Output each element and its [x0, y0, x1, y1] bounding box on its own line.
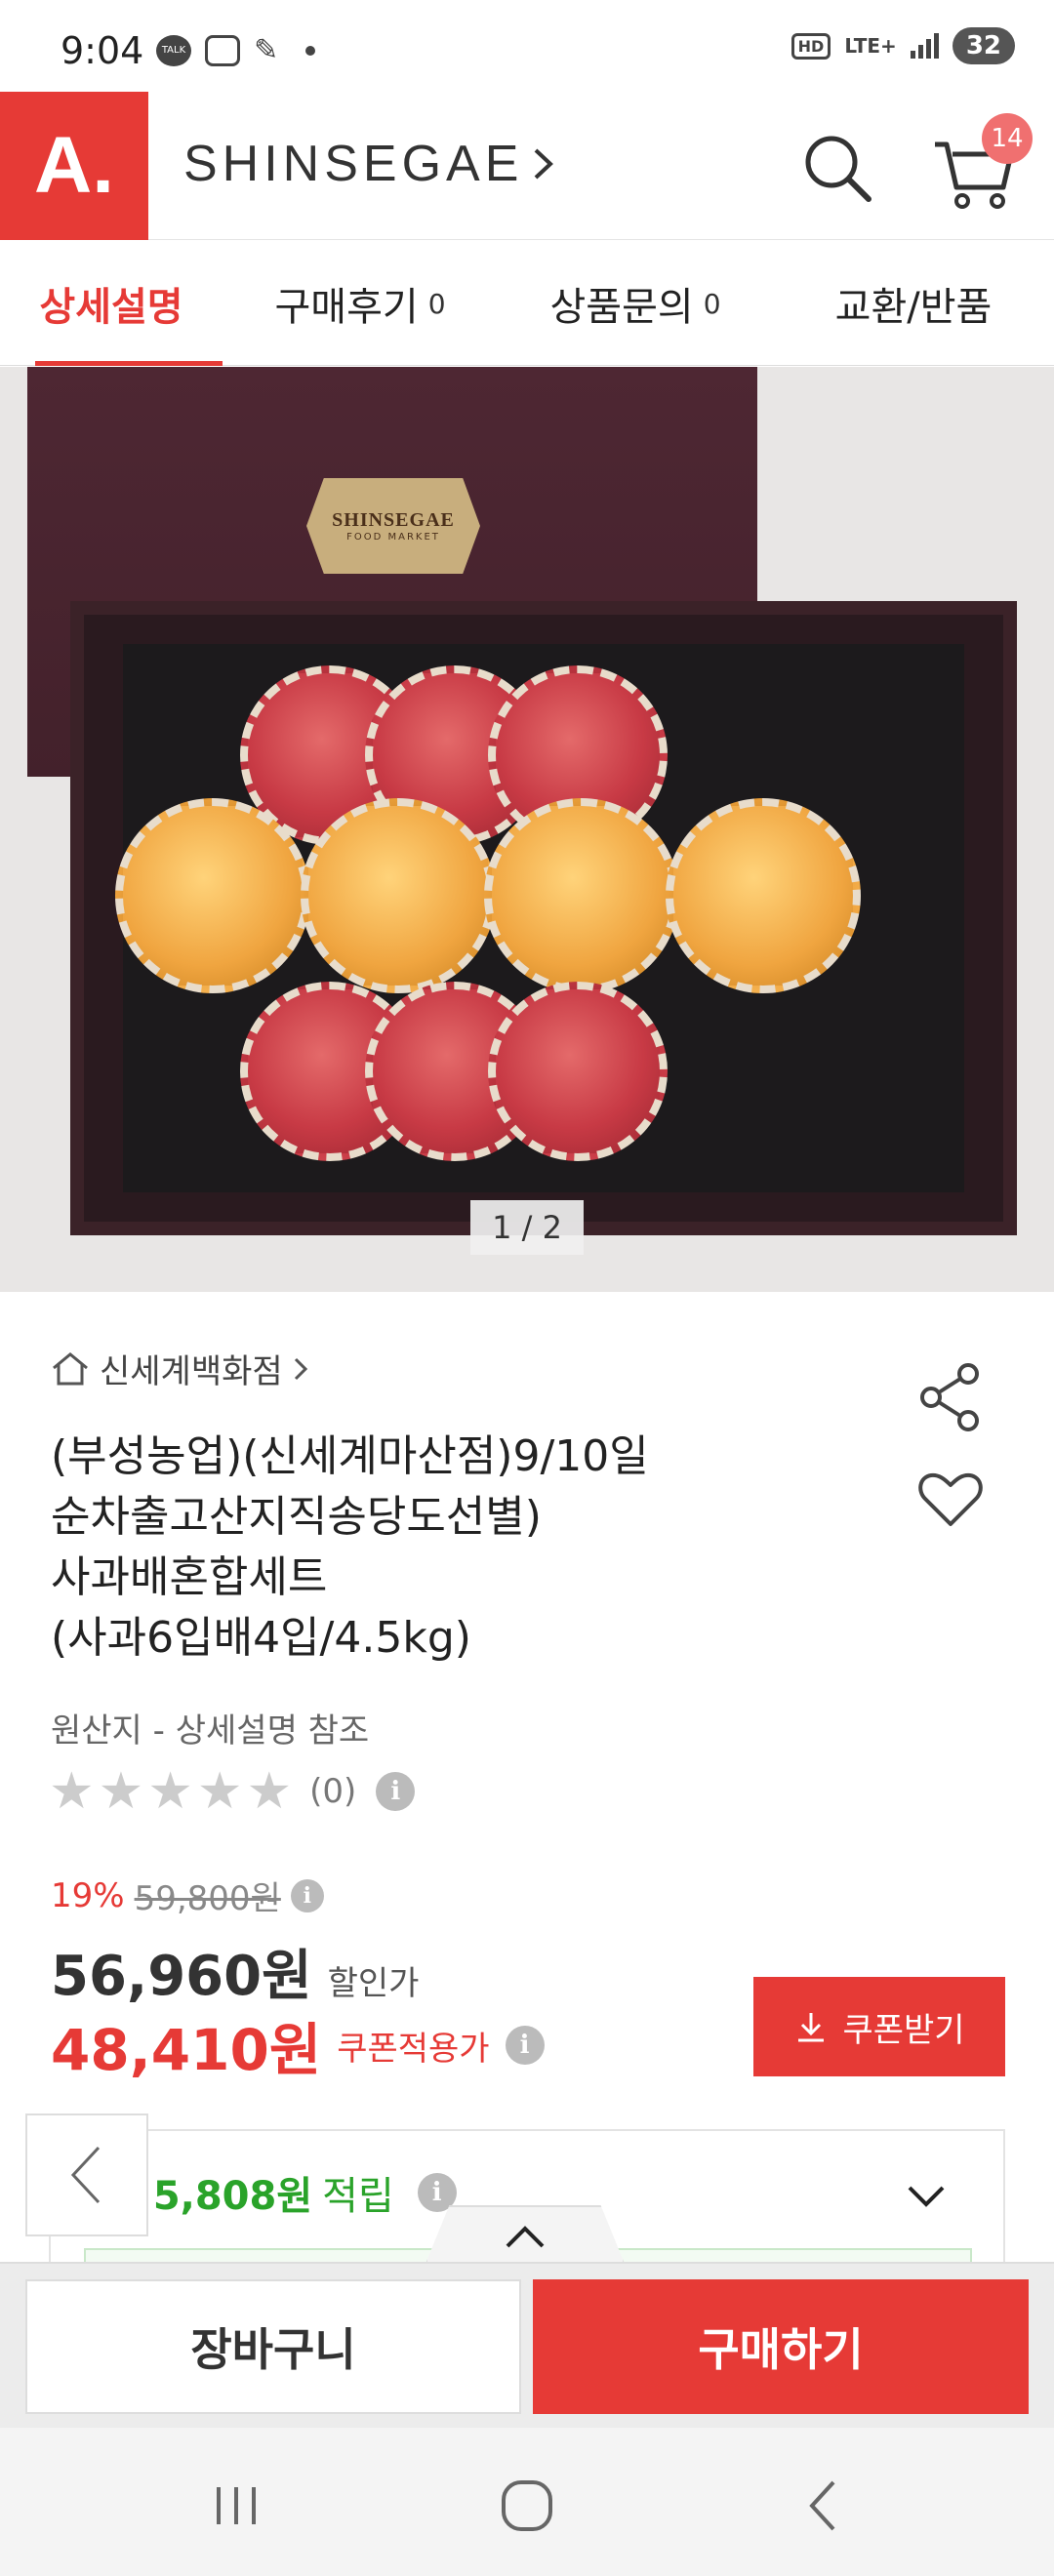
- discount-row: 19% 59,800원 i: [51, 1872, 324, 1919]
- home-logo[interactable]: A.: [0, 92, 148, 240]
- tray-inner: [115, 644, 964, 1192]
- tab-label: 상세설명: [39, 285, 183, 330]
- chevron-up-icon: [506, 2226, 545, 2248]
- tab-label: 상품문의: [549, 285, 694, 330]
- sale-price-row: 56,960원 할인가: [51, 1932, 419, 2011]
- lid-brand-text: SHINSEGAE: [332, 509, 455, 531]
- search-icon: [805, 136, 872, 202]
- heart-icon: [918, 1472, 983, 1526]
- fruit-tray: [70, 601, 1017, 1235]
- floating-back-button[interactable]: [25, 2113, 148, 2236]
- store-name: 신세계백화점: [100, 1352, 283, 1391]
- search-button[interactable]: [798, 129, 876, 207]
- info-icon[interactable]: i: [505, 2026, 545, 2065]
- cart-count-badge: 14: [982, 113, 1033, 164]
- tab-detail[interactable]: 상세설명: [0, 241, 223, 366]
- share-icon: [920, 1363, 979, 1431]
- points-expand-toggle[interactable]: [902, 2172, 951, 2221]
- info-icon[interactable]: i: [376, 1772, 416, 1811]
- image-pager: 1 / 2: [470, 1200, 584, 1255]
- origin-text: 원산지 - 상세설명 참조: [51, 1711, 370, 1751]
- buy-now-button[interactable]: 구매하기: [533, 2279, 1029, 2414]
- star-icon: ★: [49, 1762, 95, 1821]
- chevron-right-icon: [294, 1357, 307, 1380]
- pear: [115, 798, 310, 993]
- chevron-right-icon: [535, 148, 554, 180]
- share-button[interactable]: [913, 1360, 988, 1434]
- tab-count: 0: [703, 287, 721, 320]
- recent-apps-icon: [217, 2487, 256, 2524]
- points-suffix: 적립: [322, 2174, 394, 2219]
- coupon-price-row: 48,410원 쿠폰적용가 i: [51, 2004, 545, 2086]
- back-nav-button[interactable]: [785, 2467, 863, 2545]
- pear: [484, 798, 679, 993]
- sale-price-label: 할인가: [327, 1964, 420, 2003]
- status-notification-icons: TALK ✎: [156, 33, 316, 67]
- coupon-price-label: 쿠폰적용가: [337, 2029, 490, 2069]
- lid-sub-text: FOOD MARKET: [346, 532, 440, 543]
- coupon-button-label: 쿠폰받기: [842, 2010, 965, 2050]
- chevron-down-icon: [908, 2186, 945, 2207]
- tab-qna[interactable]: 상품문의 0: [498, 241, 773, 366]
- title-line: 사과배혼합세트: [51, 1552, 328, 1602]
- logo-text: A.: [34, 121, 114, 210]
- title-line: 순차출고산지직송당도선별): [51, 1492, 542, 1542]
- purchase-action-bar: 장바구니 구매하기: [0, 2262, 1054, 2428]
- title-line: (사과6입배4입/4.5kg): [51, 1613, 471, 1663]
- tab-reviews[interactable]: 구매후기 0: [223, 241, 498, 366]
- tab-exchange-return[interactable]: 교환/반품: [773, 241, 1054, 366]
- info-icon[interactable]: i: [290, 1878, 324, 1912]
- hd-icon: HD: [790, 32, 831, 60]
- rating-row[interactable]: ★ ★ ★ ★ ★ (0) i: [49, 1762, 416, 1821]
- star-icon: ★: [98, 1762, 144, 1821]
- product-title: (부성농업)(신세계마산점)9/10일 순차출고산지직송당도선별) 사과배혼합세…: [51, 1427, 792, 1669]
- discount-rate: 19%: [51, 1875, 125, 1915]
- lte-icon: LTE+: [844, 34, 897, 58]
- product-image-carousel[interactable]: SHINSEGAE FOOD MARKET 1 / 2: [0, 367, 1054, 1292]
- status-bar: 9:04 TALK ✎ HD LTE+ 32: [0, 0, 1054, 92]
- battery-icon: 32: [952, 27, 1015, 64]
- tab-label: 구매후기: [274, 285, 419, 330]
- app-header: A. SHINSEGAE 14: [0, 92, 1054, 240]
- tab-count: 0: [427, 287, 446, 320]
- dot-icon: [305, 45, 316, 56]
- original-price: 59,800원: [134, 1879, 281, 1918]
- lid-brand-label: SHINSEGAE FOOD MARKET: [306, 478, 480, 574]
- scan-icon: [205, 34, 240, 66]
- feather-icon: ✎: [254, 33, 279, 67]
- review-count: (0): [309, 1772, 357, 1811]
- points-amount: 5,808원: [152, 2174, 313, 2219]
- pear: [301, 798, 496, 993]
- star-icon: ★: [246, 1762, 293, 1821]
- home-nav-button[interactable]: [488, 2467, 566, 2545]
- product-tabs: 상세설명 구매후기 0 상품문의 0 교환/반품: [0, 241, 1054, 366]
- bottom-sheet-toggle[interactable]: [426, 2205, 625, 2264]
- points-text: 최 5,808원 적립 i: [107, 2164, 457, 2221]
- system-nav-bar: [0, 2428, 1054, 2576]
- store-link[interactable]: 신세계백화점: [51, 1345, 308, 1392]
- pear: [666, 798, 861, 993]
- download-icon: [798, 2013, 825, 2042]
- star-icon: ★: [147, 1762, 193, 1821]
- home-circle-icon: [502, 2480, 552, 2531]
- get-coupon-button[interactable]: 쿠폰받기: [753, 1977, 1005, 2076]
- status-system-icons: HD LTE+ 32: [790, 27, 1015, 64]
- sale-price: 56,960원: [51, 1945, 312, 2008]
- talk-icon: TALK: [156, 34, 191, 66]
- add-to-cart-button[interactable]: 장바구니: [25, 2279, 521, 2414]
- tab-label: 교환/반품: [834, 285, 993, 330]
- status-time: 9:04: [61, 29, 144, 72]
- brand-link[interactable]: SHINSEGAE: [183, 135, 554, 193]
- signal-icon: [910, 33, 939, 59]
- apple: [488, 982, 668, 1161]
- back-icon: [809, 2480, 835, 2531]
- brand-name: SHINSEGAE: [183, 136, 524, 192]
- title-line: (부성농업)(신세계마산점)9/10일: [51, 1431, 649, 1481]
- home-icon: [53, 1351, 88, 1385]
- recent-apps-button[interactable]: [197, 2467, 275, 2545]
- chevron-left-icon: [70, 2146, 101, 2204]
- star-icon: ★: [196, 1762, 243, 1821]
- wishlist-button[interactable]: [915, 1464, 986, 1534]
- coupon-price: 48,410원: [51, 2017, 322, 2083]
